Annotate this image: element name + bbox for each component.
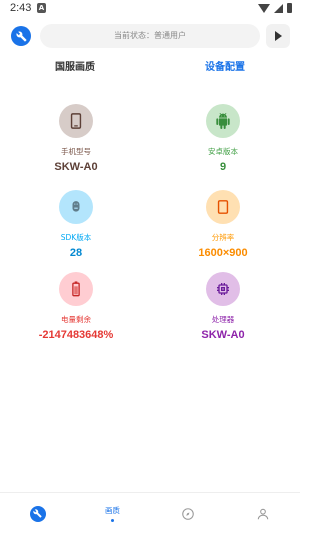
card-phone-model: 手机型号 SKW-A0 <box>21 104 131 173</box>
screen-icon <box>206 190 240 224</box>
sdk-icon <box>59 190 93 224</box>
sdk-version-label: SDK版本 <box>60 233 92 242</box>
nav-profile[interactable] <box>225 493 300 533</box>
android-icon <box>206 104 240 138</box>
android-version-label: 安卓版本 <box>208 147 238 156</box>
card-resolution: 分辨率 1600×900 <box>168 190 278 259</box>
bottom-navigation: 画质 <box>0 492 300 533</box>
battery-value: -2147483648% <box>38 329 114 341</box>
nav-explore[interactable] <box>150 493 225 533</box>
resolution-label: 分辨率 <box>211 233 235 242</box>
start-button[interactable] <box>266 24 290 48</box>
signal-icon <box>274 3 283 13</box>
person-icon <box>257 508 268 519</box>
tools-button[interactable] <box>11 26 31 46</box>
tab-device-config[interactable]: 设备配置 <box>175 58 275 73</box>
resolution-value: 1600×900 <box>198 247 248 259</box>
status-bar: 2:43 A <box>0 0 300 16</box>
status-text: 当前状态：普通用户 <box>40 24 260 48</box>
wifi-icon <box>258 3 270 13</box>
tab-cn-quality[interactable]: 国服画质 <box>25 58 125 73</box>
cpu-icon <box>206 272 240 306</box>
status-time: 2:43 <box>10 2 32 14</box>
play-icon <box>274 31 282 41</box>
status-icons <box>258 3 292 13</box>
android-version-value: 9 <box>219 161 227 173</box>
wrench-icon <box>15 31 27 42</box>
card-android-version: 安卓版本 9 <box>168 104 278 173</box>
battery-status-icon <box>287 3 292 13</box>
nav-quality[interactable]: 画质 <box>75 493 150 533</box>
processor-value: SKW-A0 <box>201 329 245 341</box>
compass-icon <box>181 507 194 520</box>
top-bar: 当前状态：普通用户 <box>0 22 300 50</box>
processor-label: 处理器 <box>211 315 235 324</box>
wrench-icon <box>29 505 46 522</box>
active-indicator <box>111 519 114 522</box>
phone-icon <box>59 104 93 138</box>
nav-quality-label: 画质 <box>105 506 120 515</box>
card-sdk-version: SDK版本 28 <box>21 190 131 259</box>
card-battery: 电量剩余 -2147483648% <box>21 272 131 341</box>
phone-model-value: SKW-A0 <box>54 161 98 173</box>
notification-alert-icon: A <box>37 3 46 13</box>
phone-model-label: 手机型号 <box>61 147 91 156</box>
battery-label: 电量剩余 <box>61 315 91 324</box>
sdk-version-value: 28 <box>69 247 83 259</box>
card-processor: 处理器 SKW-A0 <box>168 272 278 341</box>
battery-icon <box>59 272 93 306</box>
nav-tools[interactable] <box>0 493 75 533</box>
tab-bar: 国服画质 设备配置 <box>0 58 300 82</box>
